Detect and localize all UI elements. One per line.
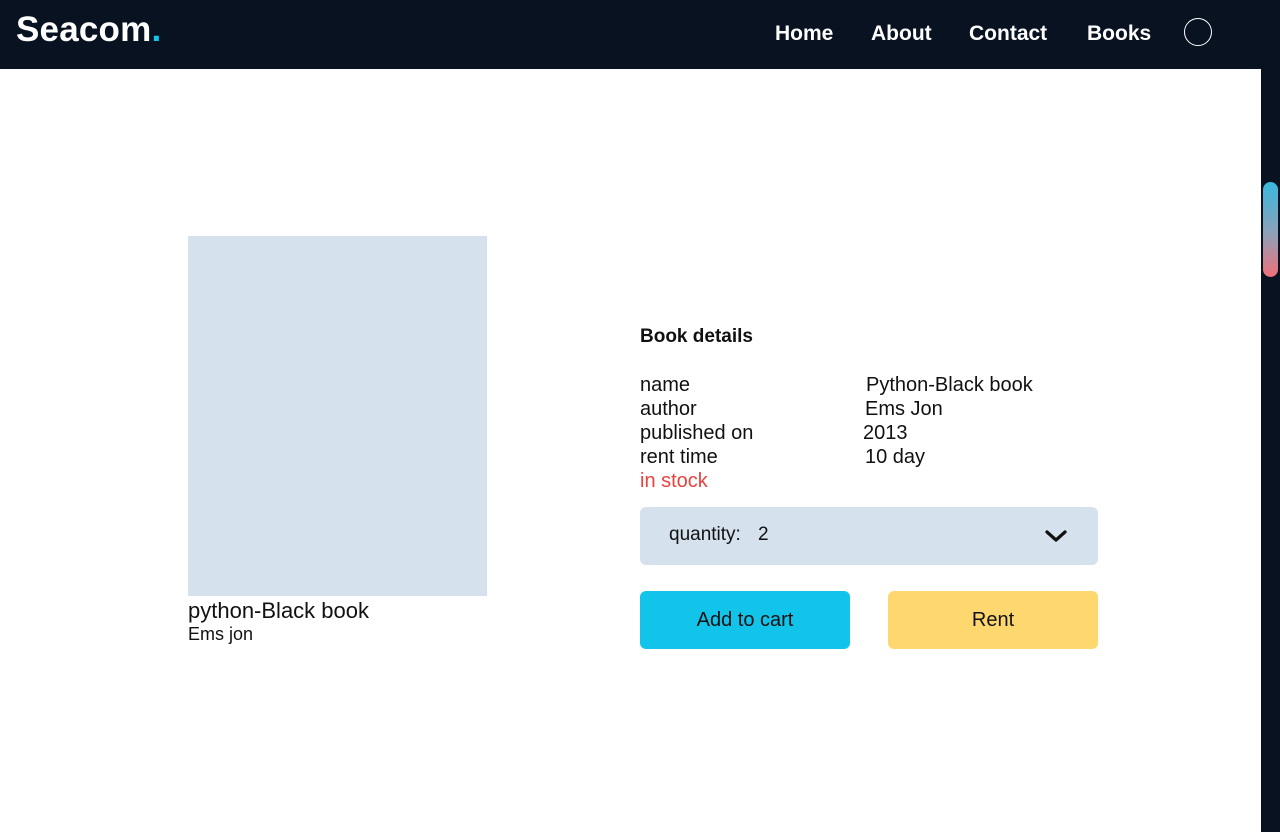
quantity-label: quantity: [669, 524, 741, 545]
book-cover-image [188, 236, 487, 596]
quantity-select[interactable]: quantity: 2 [640, 507, 1098, 565]
user-avatar-icon[interactable] [1184, 18, 1212, 46]
detail-value-published: 2013 [863, 422, 908, 444]
nav-books[interactable]: Books [1087, 22, 1151, 46]
brand-name: Seacom [16, 10, 152, 49]
add-to-cart-button[interactable]: Add to cart [640, 591, 850, 649]
detail-label-name: name [640, 374, 691, 396]
stock-status: in stock [640, 470, 708, 492]
quantity-value: 2 [758, 524, 769, 545]
book-author: Ems jon [188, 624, 254, 644]
nav-home[interactable]: Home [775, 22, 833, 46]
brand-logo[interactable]: Seacom. [16, 10, 161, 50]
detail-value-name: Python-Black book [866, 374, 1033, 396]
detail-label-published: published on [640, 422, 754, 444]
top-navbar: Seacom. Home About Contact Books [0, 0, 1261, 69]
nav-about[interactable]: About [871, 22, 932, 46]
detail-value-author: Ems Jon [865, 398, 943, 420]
detail-label-rent-time: rent time [640, 446, 718, 468]
chevron-down-icon [1045, 530, 1067, 542]
details-heading: Book details [640, 326, 753, 347]
book-title: python-Black book [188, 598, 369, 623]
scrollbar-thumb[interactable] [1263, 182, 1278, 277]
nav-contact[interactable]: Contact [969, 22, 1047, 46]
detail-label-author: author [640, 398, 697, 420]
detail-value-rent-time: 10 day [865, 446, 926, 468]
rent-button[interactable]: Rent [888, 591, 1098, 649]
scrollbar-track[interactable] [1261, 0, 1280, 832]
brand-dot: . [151, 10, 162, 49]
